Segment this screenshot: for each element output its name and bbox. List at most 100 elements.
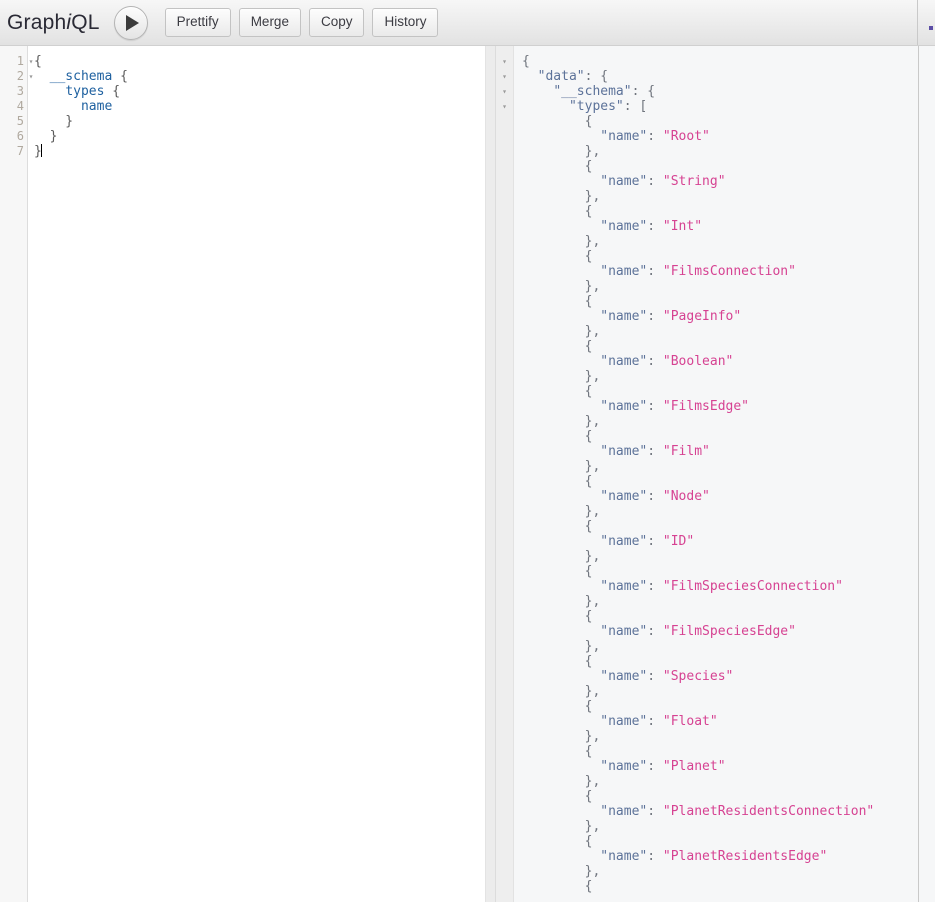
code-token: : [647,759,663,774]
code-line: "name": "Int" [522,219,935,234]
line-number: 1 ▾ [16,54,34,68]
code-token: : [647,129,663,144]
code-token: { [522,54,530,69]
code-token: "name" [600,849,648,864]
code-token: "name" [600,444,648,459]
code-line: }, [522,189,935,204]
code-token: }, [522,639,601,654]
code-token: : [647,309,663,324]
code-line: }, [522,549,935,564]
code-token: "name" [600,264,648,279]
code-token: }, [522,324,601,339]
fold-arrow-icon[interactable]: ▾ [496,84,513,99]
code-token: "name" [600,219,648,234]
fold-arrow-icon[interactable]: ▾ [496,54,513,69]
code-token: "name" [600,714,648,729]
code-line: "name": "String" [522,174,935,189]
code-token: { [522,339,593,354]
docs-sidebar[interactable] [918,46,935,902]
code-line: }, [522,279,935,294]
code-token: { [522,384,593,399]
code-line: { [522,519,935,534]
code-token: : [647,804,663,819]
code-line: { [522,564,935,579]
code-token: { [522,609,593,624]
result-viewer-text: { "data": { "__schema": { "types": [ { "… [514,46,935,902]
fold-arrow-icon[interactable]: ▾ [27,54,35,69]
code-token: "Float" [662,714,718,729]
code-line: { [522,54,935,69]
code-token: "Root" [662,129,710,144]
code-token: : [647,849,663,864]
code-line: "name": "Planet" [522,759,935,774]
code-token: : [ [623,99,648,114]
line-number: 6 [16,129,24,143]
docs-indicator-icon [929,26,933,30]
code-token: "Planet" [662,759,726,774]
toolbar-button-group: Prettify Merge Copy History [164,8,439,37]
execute-query-button[interactable] [113,5,148,40]
code-line: { [522,429,935,444]
code-line: { [522,159,935,174]
editor-splitter[interactable] [485,46,496,902]
code-line: { [522,474,935,489]
fold-arrow-icon[interactable]: ▾ [496,99,513,114]
code-line: "types": [ [522,99,935,114]
code-line: { [522,114,935,129]
code-token: "name" [600,804,648,819]
code-line: "name": "PageInfo" [522,309,935,324]
code-line: "name": "PlanetResidentsConnection" [522,804,935,819]
code-token: : [647,219,663,234]
code-line: "name": "Node" [522,489,935,504]
code-token: { [104,84,121,99]
code-token: { [522,114,593,129]
code-token: : [647,489,663,504]
line-number: 5 [16,114,24,128]
code-token: }, [522,414,601,429]
query-editor-text[interactable]: { __schema { types { name } }} [28,46,485,902]
code-line: "data": { [522,69,935,84]
code-line: }, [522,324,935,339]
code-line: "name": "Root" [522,129,935,144]
query-line-number-gutter[interactable]: 1 ▾ 2 ▾ 3 4 5 6 7 [0,46,34,902]
code-line: { [522,789,935,804]
copy-button[interactable]: Copy [308,8,365,37]
code-token: "name" [600,489,648,504]
fold-arrow-icon[interactable]: ▾ [496,69,513,84]
code-token: } [34,114,74,129]
prettify-button[interactable]: Prettify [164,8,231,37]
code-line: "name": "Film" [522,444,935,459]
code-line: __schema { [34,69,485,84]
code-line: "name": "Boolean" [522,354,935,369]
code-token: { [522,879,593,894]
code-token: { [522,519,593,534]
code-token: "name" [600,399,648,414]
graphiql-app: GraphiQL Prettify Merge Copy History 1 ▾ 2 ▾ 3 4… [0,0,935,902]
code-line: } [34,129,485,144]
code-token: "__schema" [553,84,632,99]
code-token: { [522,474,593,489]
code-token: "FilmsEdge" [662,399,749,414]
code-token: } [34,129,58,144]
code-token: { [522,699,593,714]
code-line: { [522,699,935,714]
code-line: }, [522,684,935,699]
merge-button[interactable]: Merge [238,8,301,37]
history-button[interactable]: History [372,8,439,37]
code-token: : { [631,84,656,99]
code-token: }, [522,459,601,474]
result-viewer-pane[interactable]: ▾ ▾ ▾ ▾ { "data": { "__schema": { "types": … [496,46,935,902]
query-editor-pane[interactable]: 1 ▾ 2 ▾ 3 4 5 6 7 { __schema { types { name } }} [0,46,485,902]
result-fold-gutter[interactable]: ▾ ▾ ▾ ▾ [496,46,514,902]
code-token: "name" [600,759,648,774]
fold-arrow-icon[interactable]: ▾ [27,69,35,84]
code-token: "PlanetResidentsConnection" [662,804,875,819]
code-token: { [522,564,593,579]
code-token: }, [522,549,601,564]
